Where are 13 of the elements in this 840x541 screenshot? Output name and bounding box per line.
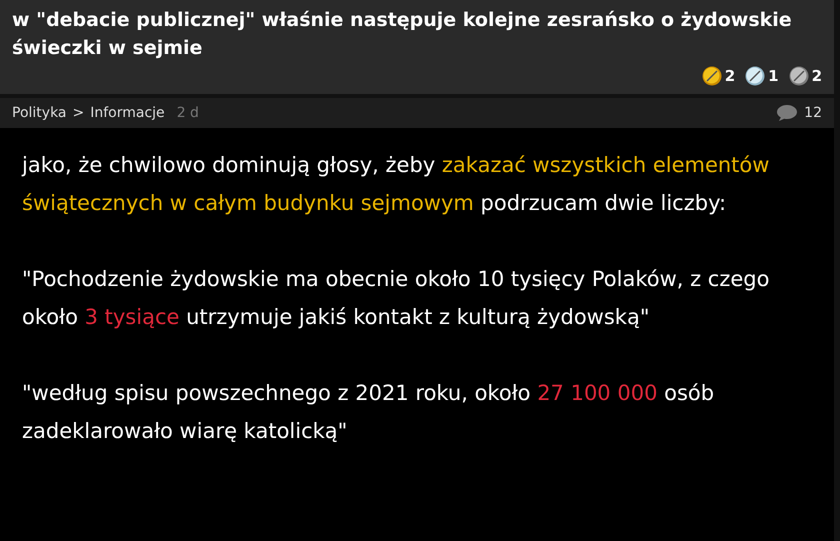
post-age: 2 d [176, 105, 199, 121]
speech-bubble-icon[interactable] [776, 104, 798, 122]
award-count: 1 [768, 67, 779, 85]
category-link[interactable]: Polityka [12, 105, 67, 121]
post-paragraph: jako, że chwilowo dominują głosy, żeby zakazać wszystkich elementów świątecznych w całym budynku sejmowym podrzucam dwie liczby: [22, 152, 770, 217]
breadcrumb-separator: > [72, 105, 84, 121]
post-paragraph: "według spisu powszechnego z 2021 roku, około 27 100 000 osób zadeklarowało wiarę katolicką" [22, 380, 716, 445]
post-paragraph: "Pochodzenie żydowskie ma obecnie około 10 tysięcy Polaków, z czego około 3 tysiące utrzymuje jakiś kontakt z kulturą żydowską" [22, 266, 770, 331]
subcategory-link[interactable]: Informacje [90, 105, 165, 121]
post-title[interactable]: w "debacie publicznej" właśnie następuje kolejne zesrańsko o żydowskie świeczki w sejmie [12, 6, 822, 62]
award-count: 2 [812, 67, 822, 85]
award-count: 2 [724, 67, 736, 85]
comment-count: 12 [804, 105, 822, 121]
